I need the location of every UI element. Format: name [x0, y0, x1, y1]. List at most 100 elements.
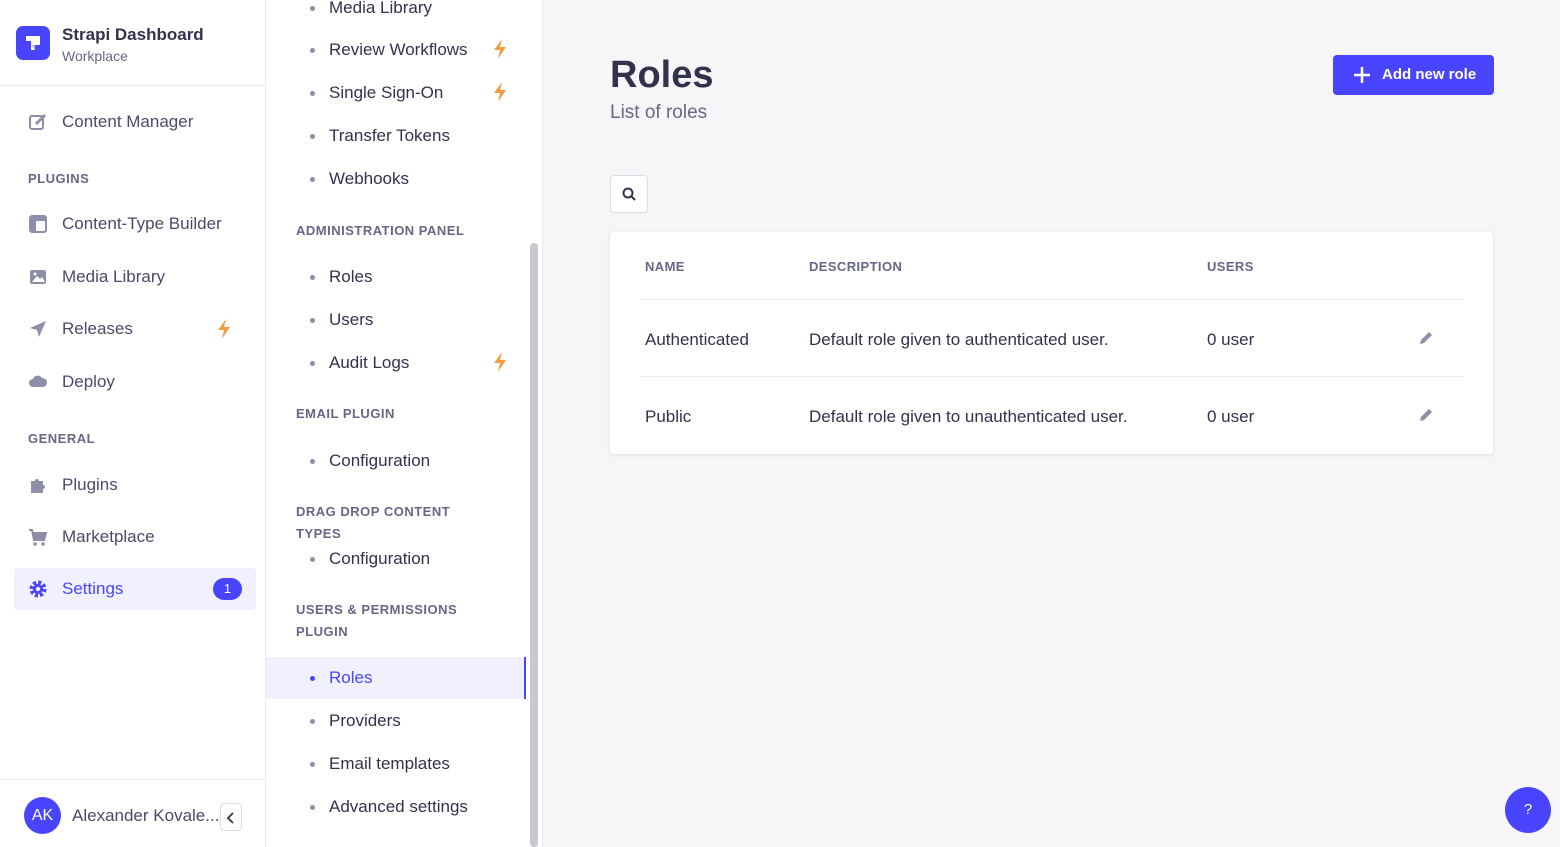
table-row[interactable]: Authenticated Default role given to auth…	[640, 299, 1464, 376]
nav-label: Content-Type Builder	[62, 214, 222, 233]
subnav-label: Providers	[329, 711, 401, 730]
subnav-admin-users[interactable]: Users	[266, 299, 526, 341]
subnav-label: Review Workflows	[329, 40, 468, 59]
nav-releases[interactable]: Releases	[14, 308, 256, 350]
bullet-icon	[310, 557, 315, 562]
subnav-ddct-configuration[interactable]: Configuration	[266, 538, 526, 580]
subnav-up-email-templates[interactable]: Email templates	[266, 743, 526, 785]
nav-content-manager[interactable]: Content Manager	[14, 101, 256, 143]
column-header-description[interactable]: DESCRIPTION	[809, 259, 902, 274]
table-row[interactable]: Public Default role given to unauthentic…	[640, 376, 1464, 453]
admin-panel-heading: ADMINISTRATION PANEL	[296, 223, 465, 238]
role-name: Public	[645, 407, 692, 426]
add-new-role-button[interactable]: Add new role	[1333, 55, 1494, 95]
help-button[interactable]: ?	[1505, 787, 1551, 833]
nav-deploy[interactable]: Deploy	[14, 361, 256, 403]
bullet-icon	[310, 318, 315, 323]
subnav-label: Users	[329, 310, 374, 329]
nav-media-library[interactable]: Media Library	[14, 256, 256, 298]
puzzle-icon	[28, 475, 48, 495]
nav-marketplace[interactable]: Marketplace	[14, 516, 256, 558]
bullet-icon	[310, 762, 315, 767]
subnav-label: Transfer Tokens	[329, 126, 450, 145]
collapse-nav-button[interactable]	[220, 803, 242, 831]
settings-subnavigation: Media Library Review Workflows Single Si…	[266, 0, 543, 847]
column-header-name[interactable]: NAME	[645, 259, 685, 274]
avatar[interactable]: AK	[24, 797, 61, 834]
bullet-icon	[310, 275, 315, 280]
nav-label: Deploy	[62, 372, 115, 391]
role-description: Default role given to unauthenticated us…	[809, 407, 1128, 426]
subnav-single-sign-on[interactable]: Single Sign-On	[266, 72, 526, 114]
role-description: Default role given to authenticated user…	[809, 330, 1109, 349]
subnav-label: Roles	[329, 267, 373, 286]
nav-label: Media Library	[62, 267, 165, 286]
plus-icon	[1354, 67, 1370, 83]
subnav-media-library[interactable]: Media Library	[266, 0, 526, 29]
bullet-icon	[310, 134, 315, 139]
subnav-transfer-tokens[interactable]: Transfer Tokens	[266, 115, 526, 157]
feather-icon	[28, 112, 48, 132]
nav-plugins[interactable]: Plugins	[14, 464, 256, 506]
lightning-icon	[216, 318, 232, 345]
bullet-icon	[310, 719, 315, 724]
bullet-icon	[310, 361, 315, 366]
bullet-icon	[310, 91, 315, 96]
strapi-logo-icon	[16, 26, 50, 60]
lightning-icon	[492, 38, 508, 65]
subnav-audit-logs[interactable]: Audit Logs	[266, 342, 526, 384]
pencil-icon[interactable]	[1418, 407, 1434, 428]
subnav-webhooks[interactable]: Webhooks	[266, 158, 526, 200]
subnav-up-advanced-settings[interactable]: Advanced settings	[266, 786, 526, 828]
brand-header: Strapi Dashboard Workplace	[0, 0, 266, 86]
subnav-label: Media Library	[329, 0, 432, 17]
nav-label: Settings	[62, 579, 124, 598]
subnav-label: Email templates	[329, 754, 450, 773]
nav-content-type-builder[interactable]: Content-Type Builder	[14, 203, 256, 245]
roles-table: NAME DESCRIPTION USERS Authenticated Def…	[610, 232, 1493, 454]
chevron-left-icon	[226, 812, 234, 824]
role-name: Authenticated	[645, 330, 749, 349]
lightning-icon	[492, 351, 508, 378]
search-button[interactable]	[610, 175, 648, 213]
heading-line: PLUGIN	[296, 624, 349, 639]
subnav-up-providers[interactable]: Providers	[266, 700, 526, 742]
nav-label: Marketplace	[62, 527, 155, 546]
plugins-heading: PLUGINS	[28, 171, 90, 186]
shopping-cart-icon	[28, 527, 48, 547]
bullet-icon	[310, 6, 315, 11]
user-name[interactable]: Alexander Kovale...	[72, 806, 219, 826]
general-heading: GENERAL	[28, 431, 96, 446]
users-permissions-heading: USERS & PERMISSIONS PLUGIN	[296, 599, 496, 643]
brand-title: Strapi Dashboard	[62, 25, 204, 44]
nav-settings[interactable]: Settings 1	[14, 568, 256, 610]
bullet-icon	[310, 48, 315, 53]
nav-label: Releases	[62, 319, 133, 338]
subnav-label: Configuration	[329, 549, 431, 568]
subnav-scrollbar[interactable]	[530, 243, 538, 847]
column-header-users[interactable]: USERS	[1207, 259, 1254, 274]
subnav-review-workflows[interactable]: Review Workflows	[266, 29, 526, 71]
role-users: 0 user	[1207, 330, 1255, 349]
subnav-email-configuration[interactable]: Configuration	[266, 440, 526, 482]
user-profile-bar: AK Alexander Kovale...	[0, 779, 266, 847]
button-label: Add new role	[1382, 66, 1477, 83]
lightning-icon	[492, 81, 508, 108]
subnav-label: Advanced settings	[329, 797, 468, 816]
bullet-icon	[310, 805, 315, 810]
nav-label: Plugins	[62, 475, 118, 494]
page-subtitle: List of roles	[610, 102, 708, 123]
gear-icon	[28, 579, 48, 599]
bullet-icon	[310, 177, 315, 182]
role-users: 0 user	[1207, 407, 1255, 426]
bullet-icon	[310, 676, 315, 681]
pencil-icon[interactable]	[1418, 330, 1434, 351]
subnav-up-roles[interactable]: Roles	[266, 657, 526, 699]
search-icon	[622, 187, 636, 201]
layout-icon	[28, 214, 48, 234]
subnav-label: Webhooks	[329, 169, 410, 188]
page-title: Roles	[610, 54, 714, 96]
nav-label: Content Manager	[62, 112, 194, 131]
subnav-admin-roles[interactable]: Roles	[266, 256, 526, 298]
brand-subtitle: Workplace	[62, 48, 128, 64]
